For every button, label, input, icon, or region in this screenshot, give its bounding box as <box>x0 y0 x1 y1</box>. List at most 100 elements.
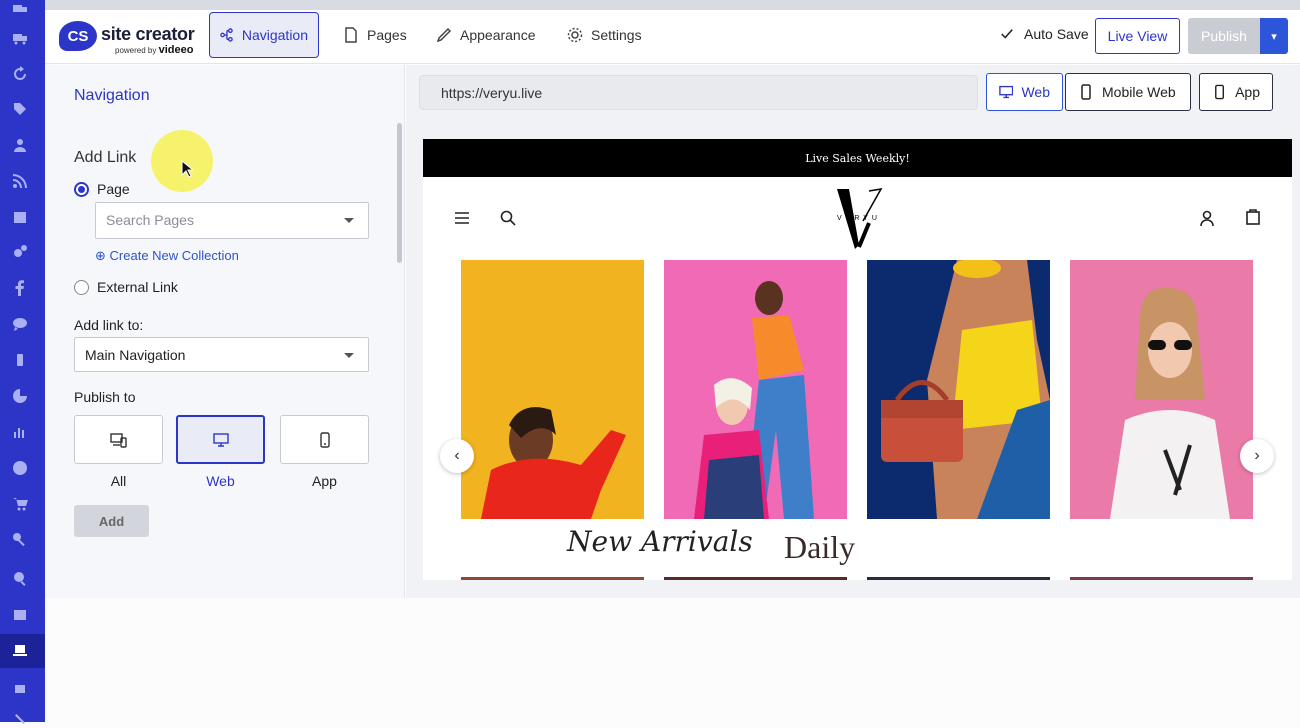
phone-icon <box>319 431 330 448</box>
device-app-label: App <box>1235 84 1260 100</box>
phone-icon <box>1215 84 1225 100</box>
publish-target-web-label: Web <box>206 473 235 489</box>
page-radio[interactable] <box>74 182 89 197</box>
device-mobile-web-button[interactable]: Mobile Web <box>1065 73 1191 111</box>
preview-url-field[interactable]: https://veryu.live <box>419 75 978 110</box>
mobile-icon[interactable] <box>11 351 29 369</box>
shopping-bag-icon[interactable] <box>1244 207 1264 227</box>
device-web-label: Web <box>1021 84 1050 100</box>
page-radio-label: Page <box>97 181 130 197</box>
external-link-label: External Link <box>97 279 178 295</box>
search-pages-placeholder: Search Pages <box>106 212 194 228</box>
tag-icon[interactable] <box>11 100 29 118</box>
chat-icon[interactable] <box>11 315 29 333</box>
rss-icon[interactable] <box>11 172 29 190</box>
device-mobile-web-label: Mobile Web <box>1102 84 1176 100</box>
add-link-to-label: Add link to: <box>74 317 144 333</box>
panel-scrollbar[interactable] <box>397 123 402 263</box>
bar-chart-icon[interactable] <box>11 423 29 441</box>
product-photo-3[interactable] <box>867 260 1050 519</box>
search-pages-select[interactable]: Search Pages <box>95 202 369 239</box>
publish-to-label: Publish to <box>74 389 136 405</box>
logo-badge: CS <box>59 21 97 51</box>
product-photo-1[interactable] <box>461 260 644 519</box>
box-icon[interactable] <box>11 208 29 226</box>
empty-area <box>45 598 1300 722</box>
product-photo-4[interactable] <box>1070 260 1253 519</box>
publish-options-button[interactable]: ▾ <box>1260 18 1288 54</box>
live-view-button[interactable]: Live View <box>1095 18 1180 54</box>
tab-settings[interactable]: Settings <box>557 12 652 58</box>
tab-pages-label: Pages <box>367 27 407 43</box>
carousel-prev-button[interactable]: ‹ <box>440 439 474 473</box>
product-photo-2[interactable] <box>664 260 847 519</box>
carousel-next-button[interactable]: › <box>1240 439 1274 473</box>
product-strip-3 <box>867 577 1050 580</box>
device-web-button[interactable]: Web <box>986 73 1063 111</box>
menu-icon[interactable] <box>453 209 473 229</box>
site-logo[interactable]: VERYU <box>835 187 883 251</box>
shop-bag-icon[interactable] <box>11 604 29 622</box>
device-app-button[interactable]: App <box>1199 73 1273 111</box>
navigation-panel: Navigation Add Link Page Search Pages ⊕ … <box>45 65 405 598</box>
chevron-left-icon: ‹ <box>454 447 460 464</box>
left-icon-rail <box>0 0 45 724</box>
close-icon[interactable] <box>11 710 29 728</box>
gears-icon[interactable] <box>11 243 29 261</box>
lock-icon[interactable] <box>11 677 29 695</box>
truck-icon[interactable] <box>11 0 29 18</box>
paintbrush-icon <box>436 27 452 43</box>
search-icon[interactable] <box>499 209 519 229</box>
cart-icon[interactable] <box>11 495 29 513</box>
autosave-label: Auto Save <box>1024 26 1089 42</box>
announcement-bar: Live Sales Weekly! <box>423 139 1292 177</box>
add-link-to-select[interactable]: Main Navigation <box>74 337 369 372</box>
add-button[interactable]: Add <box>74 505 149 537</box>
site-logo-word: VERYU <box>837 215 881 222</box>
laptop-icon[interactable] <box>11 641 29 659</box>
tab-appearance-label: Appearance <box>460 27 536 43</box>
publish-target-all[interactable] <box>74 415 163 464</box>
caret-down-icon <box>344 218 354 223</box>
gear-icon <box>567 27 583 43</box>
publish-target-all-label: All <box>110 473 127 489</box>
tab-navigation[interactable]: Navigation <box>209 12 319 58</box>
product-strip-2 <box>664 577 847 580</box>
product-strip-1 <box>461 577 644 580</box>
truck-icon[interactable] <box>11 29 29 47</box>
plus-circle-icon: ⊕ <box>95 248 106 263</box>
publish-target-app-label: App <box>312 473 337 489</box>
publish-target-app[interactable] <box>280 415 369 464</box>
check-icon <box>1001 29 1013 39</box>
clock-icon[interactable] <box>11 459 29 477</box>
add-link-to-value: Main Navigation <box>85 347 186 363</box>
product-strip-4 <box>1070 577 1253 580</box>
mouse-pointer-icon <box>181 160 193 178</box>
publish-target-web[interactable] <box>176 415 265 464</box>
headline-serif: Daily <box>784 529 856 565</box>
desktop-icon <box>999 85 1014 99</box>
tab-appearance[interactable]: Appearance <box>426 12 546 58</box>
logo-powered-by: powered by videeo <box>115 44 194 56</box>
publish-button[interactable]: Publish <box>1188 18 1260 54</box>
create-collection-label: Create New Collection <box>109 248 239 263</box>
tab-navigation-label: Navigation <box>241 27 308 43</box>
pie-chart-icon[interactable] <box>11 387 29 405</box>
key-icon[interactable] <box>11 531 29 549</box>
search-icon[interactable] <box>11 569 29 587</box>
chevron-down-icon: ▾ <box>1271 30 1277 43</box>
refresh-icon[interactable] <box>11 65 29 83</box>
tab-pages[interactable]: Pages <box>333 12 417 58</box>
window-top-strip <box>45 0 1300 10</box>
logo-text: site creator <box>101 24 195 44</box>
navigation-icon <box>220 28 233 42</box>
create-collection-link[interactable]: ⊕ Create New Collection <box>95 248 239 264</box>
user-icon[interactable] <box>11 136 29 154</box>
external-link-radio[interactable] <box>74 280 89 295</box>
facebook-icon[interactable] <box>11 279 29 297</box>
panel-title: Navigation <box>74 87 150 104</box>
devices-icon <box>109 432 127 448</box>
account-icon[interactable] <box>1198 209 1218 229</box>
autosave-toggle[interactable]: Auto Save <box>1000 26 1089 42</box>
add-link-heading: Add Link <box>74 149 137 166</box>
